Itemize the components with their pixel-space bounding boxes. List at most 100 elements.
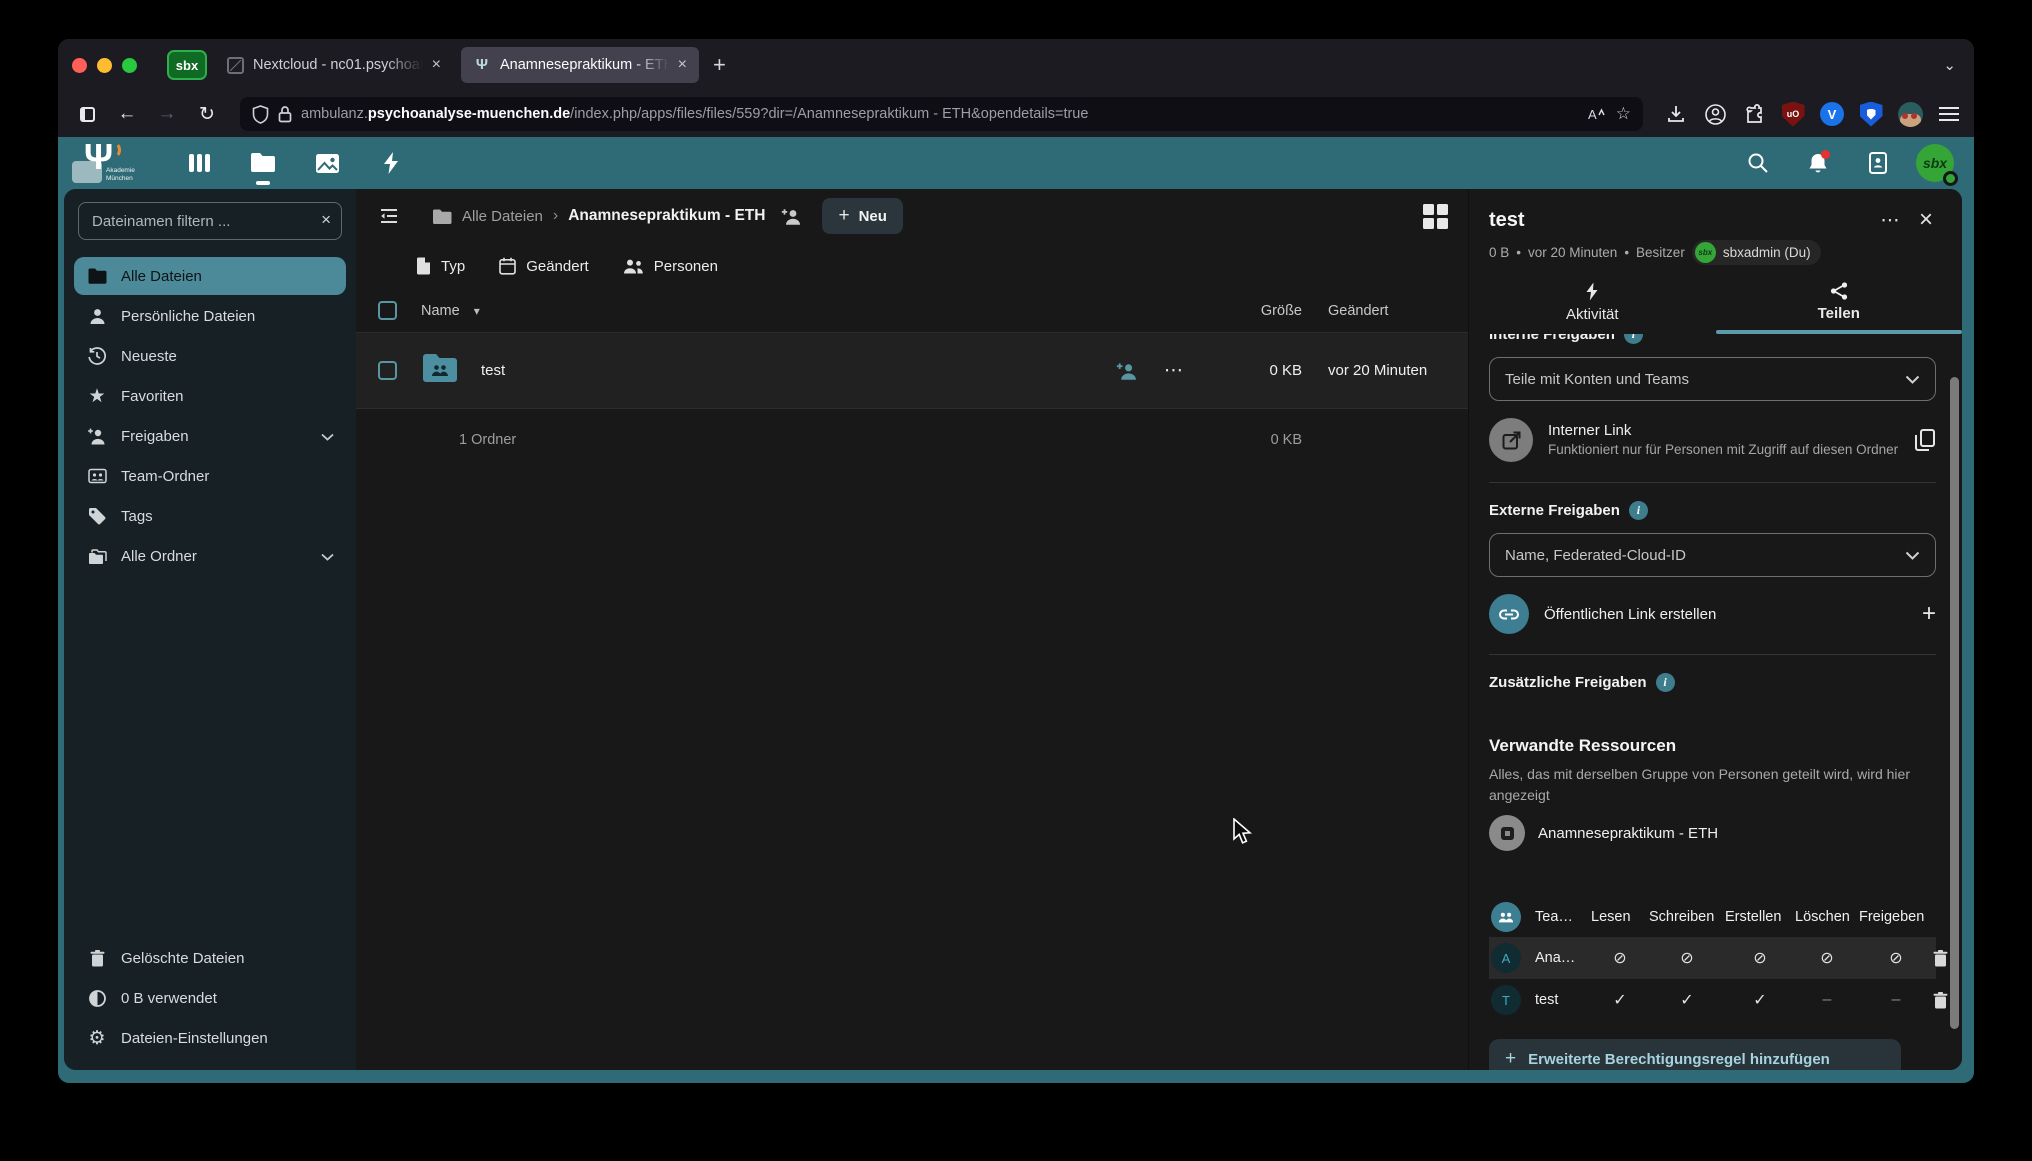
- close-window-button[interactable]: [72, 58, 87, 73]
- panel-scrollbar[interactable]: [1950, 377, 1959, 1029]
- perm-freigeben-dash-icon[interactable]: –: [1859, 991, 1933, 1009]
- related-resource-item[interactable]: Anamnesepraktikum - ETH: [1489, 815, 1936, 851]
- column-size[interactable]: Größe: [1206, 303, 1302, 319]
- pinned-tab-label: sbx: [176, 58, 198, 73]
- breadcrumb-current[interactable]: Anamnesepraktikum - ETH: [568, 207, 765, 225]
- filter-chip-personen[interactable]: Personen: [623, 258, 718, 275]
- perm-loeschen-dash-icon[interactable]: –: [1795, 991, 1859, 1009]
- notifications-bell-icon[interactable]: [1796, 141, 1840, 185]
- tracking-shield-icon[interactable]: [252, 105, 269, 124]
- row-actions-menu[interactable]: ⋯: [1164, 359, 1184, 382]
- app-activity[interactable]: [366, 138, 416, 188]
- internal-share-input[interactable]: Teile mit Konten und Teams: [1489, 357, 1936, 401]
- filter-chip-geaendert[interactable]: Geändert: [499, 257, 589, 275]
- share-person-plus-icon[interactable]: [1116, 362, 1138, 380]
- add-advanced-rule-button[interactable]: + Erweiterte Berechtigungsregel hinzufüg…: [1489, 1039, 1901, 1070]
- tab-close-icon[interactable]: ×: [432, 56, 441, 74]
- bitwarden-icon[interactable]: [1858, 101, 1884, 127]
- tab-nextcloud[interactable]: Nextcloud - nc01.psychoanalyse ×: [215, 47, 453, 83]
- sidebar-item-favoriten[interactable]: ★ Favoriten: [74, 377, 346, 415]
- lock-icon[interactable]: [278, 105, 292, 123]
- column-modified[interactable]: Geändert: [1302, 303, 1454, 319]
- pinned-tab-sbx[interactable]: sbx: [167, 50, 207, 80]
- chevron-down-icon[interactable]: [321, 428, 334, 445]
- zoom-window-button[interactable]: [122, 58, 137, 73]
- grid-view-toggle[interactable]: [1416, 197, 1454, 235]
- external-share-input[interactable]: Name, Federated-Cloud-ID: [1489, 533, 1936, 577]
- info-icon[interactable]: i: [1656, 673, 1675, 692]
- sidebar-item-team-ordner[interactable]: Team-Ordner: [74, 457, 346, 495]
- user-avatar[interactable]: sbx: [1916, 144, 1954, 182]
- app-photos[interactable]: [302, 138, 352, 188]
- tab-aktivitaet[interactable]: Aktivität: [1469, 275, 1716, 334]
- sidebar-item-freigaben[interactable]: Freigaben: [74, 417, 346, 455]
- new-tab-button[interactable]: +: [713, 52, 726, 78]
- perm-schreiben-deny-icon[interactable]: ⊘: [1649, 948, 1725, 968]
- bookmark-star-icon[interactable]: ☆: [1616, 104, 1631, 124]
- filename-filter-input[interactable]: [78, 202, 342, 240]
- file-row-test[interactable]: test ⋯ 0 KB vor 20 Minuten: [356, 333, 1468, 409]
- perm-freigeben-deny-icon[interactable]: ⊘: [1859, 948, 1933, 968]
- panel-actions-menu[interactable]: ⋯: [1872, 202, 1908, 238]
- add-public-link-icon[interactable]: +: [1922, 600, 1936, 628]
- perm-erstellen-deny-icon[interactable]: ⊘: [1725, 948, 1795, 968]
- perm-erstellen-check-icon[interactable]: ✓: [1725, 990, 1795, 1010]
- downloads-icon[interactable]: [1663, 101, 1689, 127]
- sidebar-toggle-button[interactable]: [70, 99, 104, 129]
- collapse-sidebar-button[interactable]: [370, 197, 408, 235]
- perm-schreiben-check-icon[interactable]: ✓: [1649, 990, 1725, 1010]
- sidebar-item-dateien-einstellungen[interactable]: ⚙ Dateien-Einstellungen: [74, 1019, 346, 1057]
- new-button[interactable]: + Neu: [822, 198, 902, 234]
- unified-search-icon[interactable]: [1736, 141, 1780, 185]
- file-name[interactable]: test: [481, 362, 505, 379]
- forward-button[interactable]: →: [150, 99, 184, 129]
- shared-person-plus-icon[interactable]: [781, 208, 802, 225]
- acl-row-test[interactable]: T test ✓ ✓ ✓ – –: [1489, 979, 1936, 1021]
- reload-button[interactable]: ↻: [190, 99, 224, 129]
- nextcloud-logo[interactable]: Ψ Akademie München: [70, 140, 144, 186]
- list-tabs-chevron-icon[interactable]: ⌄: [1943, 56, 1956, 74]
- account-icon[interactable]: [1702, 101, 1728, 127]
- filter-chip-typ[interactable]: Typ: [416, 257, 465, 275]
- menu-hamburger-icon[interactable]: [1936, 101, 1962, 127]
- minimize-window-button[interactable]: [97, 58, 112, 73]
- ublock-icon[interactable]: uO: [1780, 101, 1806, 127]
- tab-close-icon[interactable]: ×: [678, 56, 687, 74]
- row-checkbox[interactable]: [378, 361, 397, 380]
- translate-icon[interactable]: A: [1586, 105, 1606, 123]
- copy-icon[interactable]: [1914, 428, 1936, 452]
- sidebar-item-neueste[interactable]: Neueste: [74, 337, 346, 375]
- tab-anamnesepraktikum[interactable]: Ψ Anamnesepraktikum - ETH - Alle ×: [461, 47, 699, 83]
- sidebar-item-alle-dateien[interactable]: Alle Dateien: [74, 257, 346, 295]
- chevron-down-icon[interactable]: [321, 548, 334, 565]
- perm-lesen-deny-icon[interactable]: ⊘: [1591, 948, 1649, 968]
- perm-lesen-check-icon[interactable]: ✓: [1591, 990, 1649, 1010]
- sidebar-item-persoenliche-dateien[interactable]: Persönliche Dateien: [74, 297, 346, 335]
- owner-chip[interactable]: sbx sbxadmin (Du): [1692, 240, 1821, 265]
- panel-close-icon[interactable]: ×: [1908, 202, 1944, 238]
- back-button[interactable]: ←: [110, 99, 144, 129]
- sidebar-item-quota[interactable]: 0 B verwendet: [74, 979, 346, 1017]
- public-link-row[interactable]: Öffentlichen Link erstellen +: [1489, 594, 1936, 634]
- tab-teilen[interactable]: Teilen: [1716, 275, 1963, 334]
- url-bar[interactable]: ambulanz.psychoanalyse-muenchen.de/index…: [240, 97, 1643, 131]
- info-icon[interactable]: i: [1629, 501, 1648, 520]
- select-all-checkbox[interactable]: [378, 301, 397, 320]
- sidebar-item-geloeschte-dateien[interactable]: Gelöschte Dateien: [74, 939, 346, 977]
- filter-clear-icon[interactable]: ×: [321, 210, 331, 230]
- acl-row-ana[interactable]: A Ana… ⊘ ⊘ ⊘ ⊘ ⊘: [1489, 937, 1936, 979]
- breadcrumb-root[interactable]: Alle Dateien: [462, 208, 543, 225]
- app-dashboard[interactable]: [174, 138, 224, 188]
- column-name[interactable]: Name: [421, 303, 460, 319]
- table-header-row: Name ▾ Größe Geändert: [356, 289, 1468, 333]
- spy-extension-icon[interactable]: [1897, 101, 1923, 127]
- sidebar-item-alle-ordner[interactable]: Alle Ordner: [74, 537, 346, 575]
- extensions-puzzle-icon[interactable]: [1741, 101, 1767, 127]
- perm-loeschen-deny-icon[interactable]: ⊘: [1795, 948, 1859, 968]
- app-files[interactable]: [238, 138, 288, 188]
- contacts-icon[interactable]: [1856, 141, 1900, 185]
- info-icon[interactable]: i: [1624, 334, 1643, 344]
- vimium-icon[interactable]: V: [1819, 101, 1845, 127]
- sidebar-item-tags[interactable]: Tags: [74, 497, 346, 535]
- sort-descending-icon[interactable]: ▾: [474, 304, 480, 318]
